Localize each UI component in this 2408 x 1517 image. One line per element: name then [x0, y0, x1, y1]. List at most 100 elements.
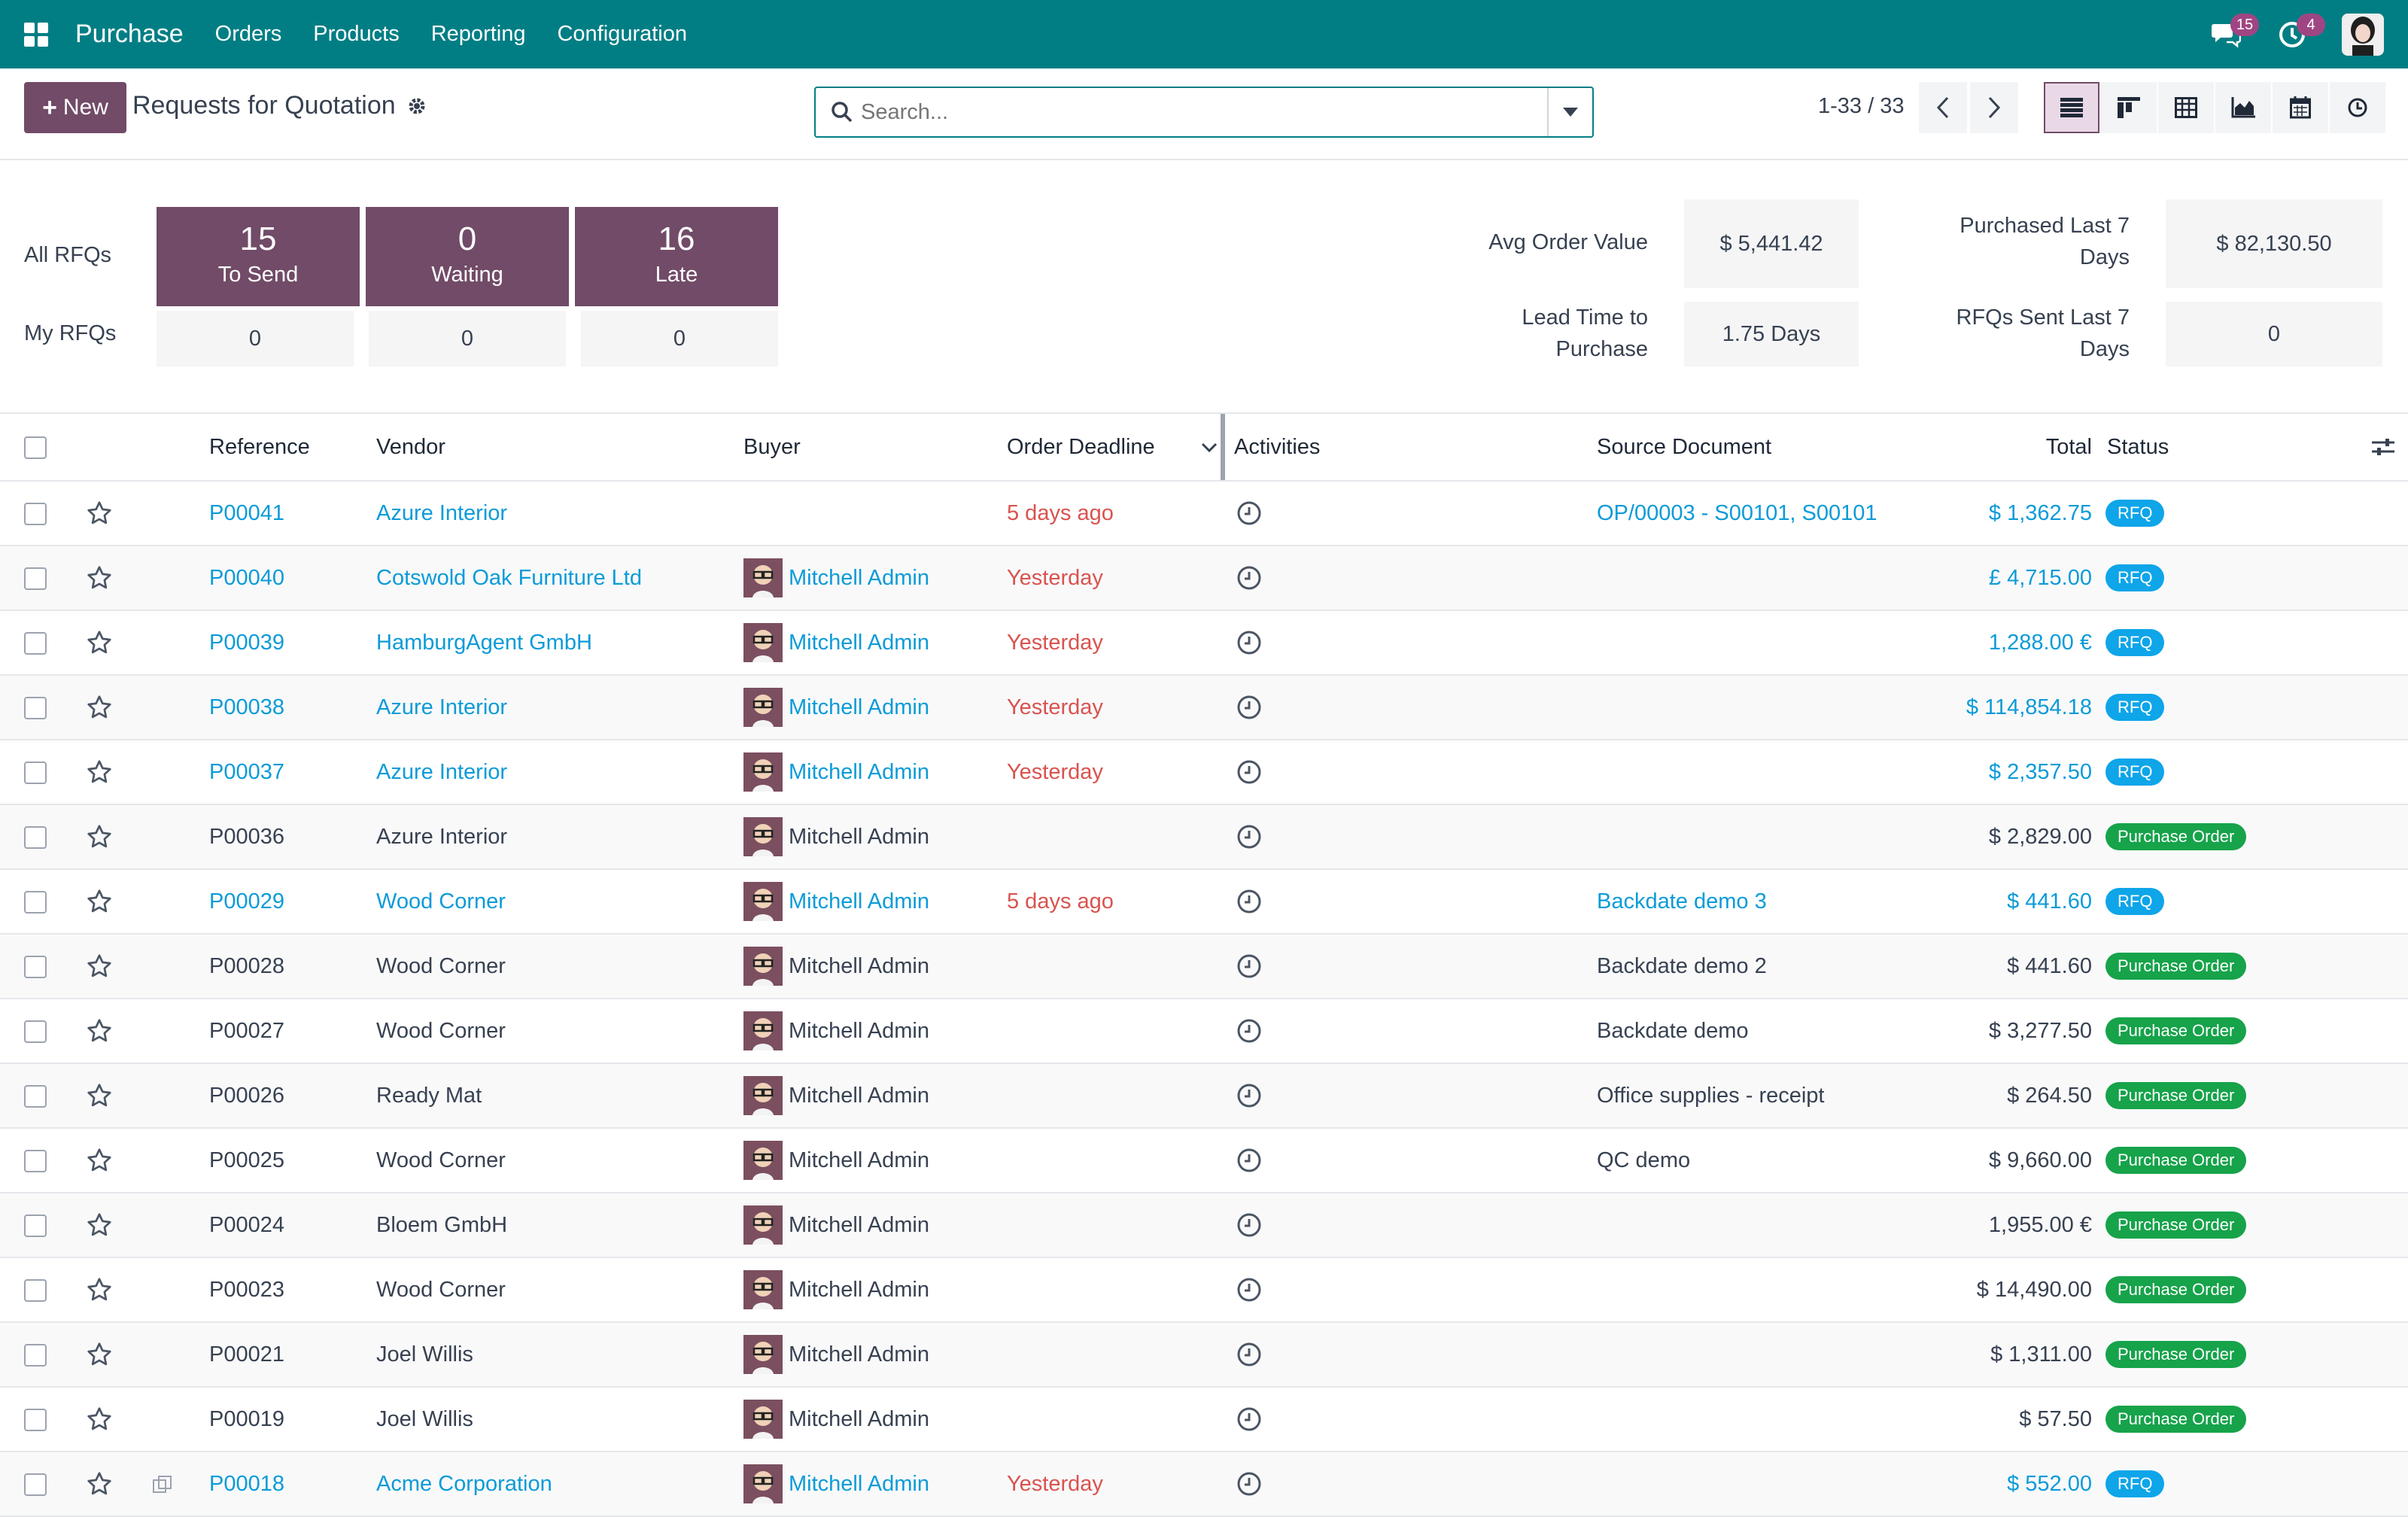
table-row[interactable]: P00021 Joel Willis Mitchell Admin $ 1,31…	[0, 1322, 2408, 1388]
list-view-button[interactable]	[2044, 82, 2099, 133]
activity-clock-icon[interactable]	[1236, 1341, 1263, 1368]
table-row[interactable]: P00040 Cotswold Oak Furniture Ltd Mitche…	[0, 546, 2408, 611]
waiting-tile[interactable]: 0 Waiting	[366, 207, 569, 306]
star-icon[interactable]	[86, 1470, 113, 1497]
to-send-tile[interactable]: 15 To Send	[157, 207, 360, 306]
row-checkbox[interactable]	[24, 1278, 47, 1302]
app-name[interactable]: Purchase	[75, 20, 184, 49]
table-row[interactable]: P00037 Azure Interior Mitchell Admin Yes…	[0, 740, 2408, 805]
table-row[interactable]: P00025 Wood Corner Mitchell Admin QC dem…	[0, 1128, 2408, 1193]
star-icon[interactable]	[86, 500, 113, 527]
table-row[interactable]: P00028 Wood Corner Mitchell Admin Backda…	[0, 934, 2408, 999]
column-status[interactable]: Status	[2092, 412, 2408, 482]
activity-clock-icon[interactable]	[1236, 694, 1263, 721]
row-checkbox[interactable]	[24, 955, 47, 978]
table-row[interactable]: P00039 HamburgAgent GmbH Mitchell Admin …	[0, 610, 2408, 676]
row-checkbox[interactable]	[24, 1214, 47, 1237]
activity-clock-icon[interactable]	[1236, 953, 1263, 980]
star-icon[interactable]	[86, 1017, 113, 1044]
row-checkbox[interactable]	[24, 1084, 47, 1108]
row-checkbox[interactable]	[24, 1020, 47, 1043]
user-avatar[interactable]	[2342, 13, 2384, 56]
table-row[interactable]: P00023 Wood Corner Mitchell Admin $ 14,4…	[0, 1257, 2408, 1323]
star-icon[interactable]	[86, 823, 113, 850]
my-late-tile[interactable]: 0	[581, 311, 778, 366]
table-row[interactable]: P00038 Azure Interior Mitchell Admin Yes…	[0, 675, 2408, 740]
row-checkbox[interactable]	[24, 631, 47, 655]
star-icon[interactable]	[86, 1147, 113, 1174]
row-checkbox[interactable]	[24, 567, 47, 590]
new-button[interactable]: + New	[24, 82, 126, 133]
activity-clock-icon[interactable]	[1236, 1406, 1263, 1433]
activity-clock-icon[interactable]	[1236, 1082, 1263, 1109]
late-tile[interactable]: 16 Late	[575, 207, 778, 306]
column-vendor[interactable]: Vendor	[376, 412, 743, 482]
menu-products[interactable]: Products	[313, 22, 399, 47]
star-icon[interactable]	[86, 1082, 113, 1109]
table-row[interactable]: P00041 Azure Interior 5 days ago OP/0000…	[0, 481, 2408, 546]
column-reference[interactable]: Reference	[209, 412, 376, 482]
menu-reporting[interactable]: Reporting	[431, 22, 526, 47]
row-checkbox[interactable]	[24, 761, 47, 784]
column-source-document[interactable]: Source Document	[1597, 412, 1928, 482]
star-icon[interactable]	[86, 564, 113, 591]
menu-orders[interactable]: Orders	[215, 22, 282, 47]
activity-clock-icon[interactable]	[1236, 1470, 1263, 1497]
messages-button[interactable]: 15	[2209, 13, 2259, 51]
column-total[interactable]: Total	[1928, 412, 2092, 482]
activity-clock-icon[interactable]	[1236, 1211, 1263, 1239]
activity-clock-icon[interactable]	[1236, 629, 1263, 656]
star-icon[interactable]	[86, 629, 113, 656]
activity-clock-icon[interactable]	[1236, 888, 1263, 915]
table-row[interactable]: P00027 Wood Corner Mitchell Admin Backda…	[0, 999, 2408, 1064]
search-options-toggle[interactable]	[1547, 88, 1592, 136]
table-row[interactable]: P00036 Azure Interior Mitchell Admin $ 2…	[0, 804, 2408, 870]
activity-clock-icon[interactable]	[1236, 564, 1263, 591]
table-row[interactable]: P00029 Wood Corner Mitchell Admin 5 days…	[0, 869, 2408, 935]
row-checkbox[interactable]	[24, 890, 47, 914]
table-row[interactable]: P00018 Acme Corporation Mitchell Admin Y…	[0, 1452, 2408, 1517]
gear-icon[interactable]	[406, 96, 427, 117]
column-activities[interactable]: Activities	[1225, 412, 1597, 482]
activity-clock-icon[interactable]	[1236, 1276, 1263, 1303]
activity-clock-icon[interactable]	[1236, 500, 1263, 527]
table-row[interactable]: P00019 Joel Willis Mitchell Admin $ 57.5…	[0, 1387, 2408, 1452]
star-icon[interactable]	[86, 758, 113, 786]
optional-columns-icon[interactable]	[2372, 436, 2394, 458]
column-order-deadline[interactable]: Order Deadline	[1007, 412, 1225, 482]
star-icon[interactable]	[86, 1406, 113, 1433]
pager-value[interactable]: 1-33 / 33	[1818, 94, 1904, 119]
activity-view-button[interactable]	[2330, 82, 2385, 133]
star-icon[interactable]	[86, 1276, 113, 1303]
row-checkbox[interactable]	[24, 696, 47, 719]
star-icon[interactable]	[86, 694, 113, 721]
activity-clock-icon[interactable]	[1236, 823, 1263, 850]
my-waiting-tile[interactable]: 0	[369, 311, 566, 366]
select-all-checkbox[interactable]	[24, 436, 47, 459]
activity-clock-icon[interactable]	[1236, 1147, 1263, 1174]
activity-clock-icon[interactable]	[1236, 1017, 1263, 1044]
row-checkbox[interactable]	[24, 825, 47, 849]
pager-previous-button[interactable]	[1919, 82, 1967, 133]
star-icon[interactable]	[86, 1211, 113, 1239]
calendar-view-button[interactable]	[2273, 82, 2328, 133]
apps-menu-icon[interactable]	[24, 22, 48, 47]
row-checkbox[interactable]	[24, 1149, 47, 1172]
star-icon[interactable]	[86, 1341, 113, 1368]
activities-button[interactable]: 4	[2276, 13, 2325, 51]
table-row[interactable]: P00024 Bloem GmbH Mitchell Admin 1,955.0…	[0, 1193, 2408, 1258]
column-resize-handle[interactable]	[1221, 414, 1225, 480]
row-checkbox[interactable]	[24, 1343, 47, 1367]
row-checkbox[interactable]	[24, 1408, 47, 1431]
column-buyer[interactable]: Buyer	[743, 412, 1007, 482]
row-checkbox[interactable]	[24, 1473, 47, 1496]
kanban-view-button[interactable]	[2101, 82, 2157, 133]
star-icon[interactable]	[86, 953, 113, 980]
star-icon[interactable]	[86, 888, 113, 915]
my-to-send-tile[interactable]: 0	[157, 311, 354, 366]
graph-view-button[interactable]	[2215, 82, 2271, 133]
search-input[interactable]	[855, 87, 1547, 137]
pager-next-button[interactable]	[1970, 82, 2018, 133]
row-checkbox[interactable]	[24, 502, 47, 525]
pivot-view-button[interactable]	[2158, 82, 2214, 133]
